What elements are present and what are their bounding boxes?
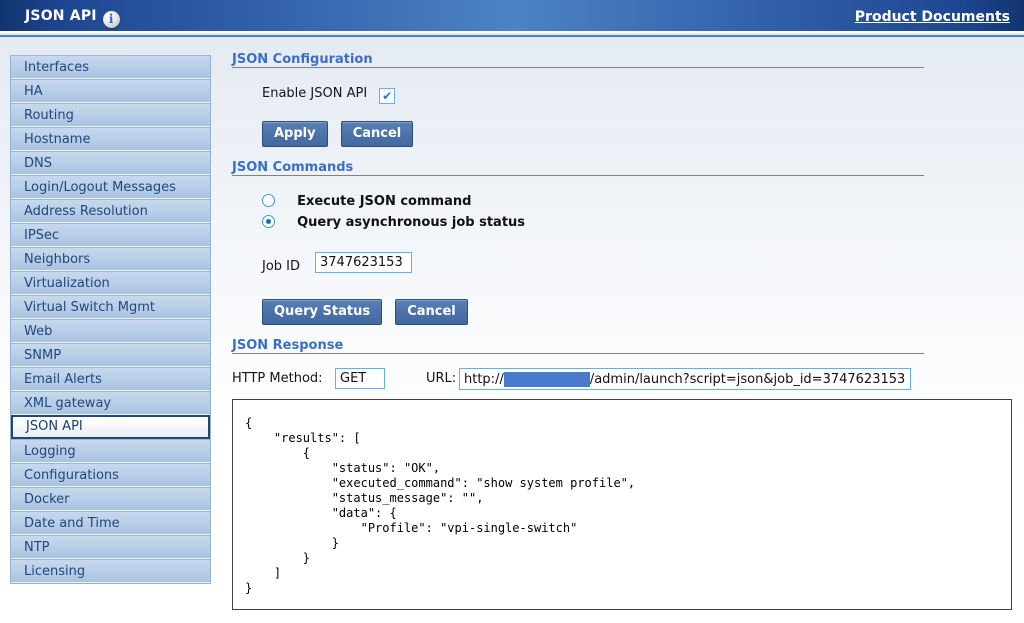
radio-execute-label: Execute JSON command [297, 194, 471, 209]
json-commands-title: JSON Commands [232, 160, 353, 175]
sidebar-item-logging[interactable]: Logging [11, 439, 210, 463]
sidebar-item-snmp[interactable]: SNMP [11, 343, 210, 367]
radio-execute-json-command[interactable]: Execute JSON command [262, 190, 471, 208]
query-cancel-button[interactable]: Cancel [395, 299, 468, 325]
sidebar-item-virtualization[interactable]: Virtualization [11, 271, 210, 295]
sidebar-item-email-alerts[interactable]: Email Alerts [11, 367, 210, 391]
enable-json-api-checkbox[interactable]: ✔ [379, 88, 395, 104]
url-prefix-text: http:// [464, 372, 504, 387]
sidebar-item-date-and-time[interactable]: Date and Time [11, 511, 210, 535]
sidebar-item-routing[interactable]: Routing [11, 103, 210, 127]
url-redaction-block [504, 372, 590, 387]
url-input[interactable]: http:// /admin/launch?script=json&job_id=… [459, 368, 911, 390]
info-icon[interactable]: i [103, 11, 120, 28]
sidebar-item-neighbors[interactable]: Neighbors [11, 247, 210, 271]
sidebar-item-hostname[interactable]: Hostname [11, 127, 210, 151]
header-accent-stripe [0, 35, 1024, 37]
json-response-rule [232, 353, 924, 354]
apply-button[interactable]: Apply [262, 121, 328, 147]
json-configuration-rule [232, 67, 924, 68]
page: JSON API i Product Documents Interfaces H… [0, 0, 1024, 623]
page-title-text: JSON API [25, 8, 97, 24]
sidebar-item-ha[interactable]: HA [11, 79, 210, 103]
cancel-button[interactable]: Cancel [341, 121, 414, 147]
sidebar-item-web[interactable]: Web [11, 319, 210, 343]
url-suffix-text: /admin/launch?script=json&job_id=3747623… [590, 372, 905, 387]
sidebar-nav: Interfaces HA Routing Hostname DNS Login… [10, 55, 211, 584]
json-commands-rule [232, 175, 924, 176]
http-method-input[interactable] [335, 368, 385, 389]
header: JSON API i Product Documents [0, 0, 1024, 33]
job-id-label: Job ID [262, 259, 300, 274]
product-documents-link[interactable]: Product Documents [855, 9, 1010, 25]
json-response-output: { "results": [ { "status": "OK", "execut… [232, 399, 1012, 610]
sidebar-item-ipsec[interactable]: IPSec [11, 223, 210, 247]
radio-query-job-status[interactable]: Query asynchronous job status [262, 211, 525, 229]
radio-execute-circle-icon[interactable] [262, 194, 275, 207]
sidebar-item-json-api[interactable]: JSON API [11, 415, 210, 439]
url-label: URL: [426, 371, 456, 386]
sidebar-item-login-logout-messages[interactable]: Login/Logout Messages [11, 175, 210, 199]
json-configuration-title: JSON Configuration [232, 52, 373, 67]
page-title: JSON API i [25, 8, 120, 28]
sidebar-item-configurations[interactable]: Configurations [11, 463, 210, 487]
sidebar-item-dns[interactable]: DNS [11, 151, 210, 175]
sidebar-item-virtual-switch-mgmt[interactable]: Virtual Switch Mgmt [11, 295, 210, 319]
radio-query-label: Query asynchronous job status [297, 215, 525, 230]
sidebar-item-licensing[interactable]: Licensing [11, 559, 210, 583]
sidebar-item-xml-gateway[interactable]: XML gateway [11, 391, 210, 415]
enable-json-api-label: Enable JSON API [262, 86, 367, 101]
radio-query-circle-icon[interactable] [262, 215, 275, 228]
sidebar-item-address-resolution[interactable]: Address Resolution [11, 199, 210, 223]
json-response-title: JSON Response [232, 338, 343, 353]
http-method-label: HTTP Method: [232, 371, 323, 386]
job-id-input[interactable] [315, 252, 412, 273]
sidebar-item-docker[interactable]: Docker [11, 487, 210, 511]
sidebar-item-ntp[interactable]: NTP [11, 535, 210, 559]
query-status-button[interactable]: Query Status [262, 299, 382, 325]
sidebar-item-interfaces[interactable]: Interfaces [11, 55, 210, 79]
